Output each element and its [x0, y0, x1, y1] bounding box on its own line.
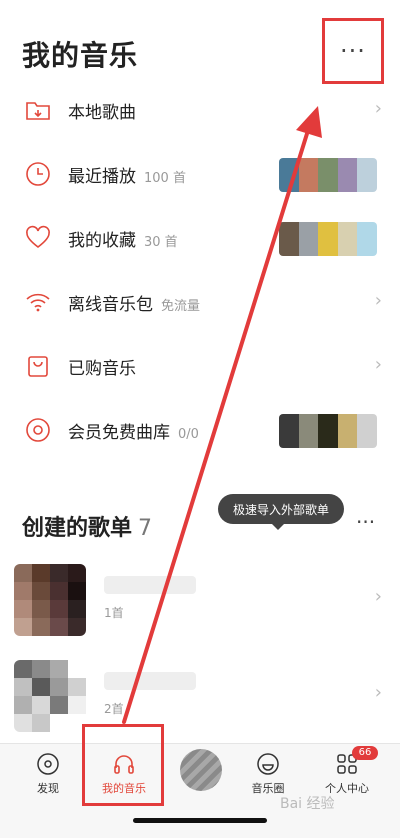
playlist-cover — [14, 660, 86, 732]
row-purchased[interactable]: 已购音乐 › — [0, 334, 400, 398]
disc-icon — [37, 753, 59, 775]
row-favorites[interactable]: 我的收藏 30 首 — [0, 206, 400, 270]
watermark: Bai 经验 — [280, 796, 335, 812]
recent-thumbnails — [279, 158, 377, 192]
row-label: 最近播放 100 首 — [68, 167, 186, 187]
chevron-right-icon: › — [374, 98, 382, 119]
row-recent-play[interactable]: 最近播放 100 首 — [0, 142, 400, 206]
more-options-button[interactable]: ··· — [322, 18, 384, 84]
chevron-right-icon: › — [374, 290, 382, 311]
page-title: 我的音乐 — [22, 39, 139, 72]
row-label: 会员免费曲库 0/0 — [68, 423, 199, 443]
row-label: 已购音乐 — [68, 359, 136, 379]
playlist-item[interactable]: 2首 › — [0, 660, 400, 744]
created-playlists-title: 创建的歌单 7 — [22, 516, 153, 541]
row-label: 我的收藏 30 首 — [68, 231, 178, 251]
favorites-thumbnails — [279, 222, 377, 256]
row-label: 离线音乐包 免流量 — [68, 295, 201, 315]
playlist-name-blurred — [104, 672, 196, 690]
playlist-count: 1首 — [104, 606, 124, 620]
playlist-cover — [14, 564, 86, 636]
notification-badge: 66 — [352, 746, 378, 760]
heart-icon — [26, 225, 50, 249]
smile-icon — [257, 753, 279, 775]
more-icon: ··· — [340, 37, 366, 65]
home-indicator — [133, 818, 267, 823]
clock-icon — [26, 162, 50, 186]
tab-discover[interactable]: 发现 — [8, 744, 88, 814]
import-playlist-tooltip: 极速导入外部歌单 — [218, 494, 344, 530]
row-local-songs[interactable]: 本地歌曲 › — [0, 78, 400, 142]
playlist-item[interactable]: 1首 › — [0, 564, 400, 648]
row-vip-library[interactable]: 会员免费曲库 0/0 — [0, 398, 400, 462]
playlist-name-blurred — [104, 576, 196, 594]
chevron-right-icon: › — [374, 354, 382, 375]
row-offline-pack[interactable]: 离线音乐包 免流量 › — [0, 270, 400, 334]
playlist-more-icon[interactable]: ··· — [356, 510, 375, 534]
vinyl-disc-icon — [26, 418, 50, 442]
now-playing-avatar[interactable] — [180, 749, 222, 791]
tab-label: 发现 — [37, 782, 59, 795]
playlist-count: 2首 — [104, 702, 124, 716]
wifi-icon — [26, 293, 50, 312]
chevron-right-icon: › — [374, 682, 382, 703]
folder-icon — [26, 102, 50, 120]
row-label: 本地歌曲 — [68, 103, 136, 123]
shopping-bag-icon — [28, 356, 48, 377]
chevron-right-icon: › — [374, 586, 382, 607]
annotation-highlight-box — [82, 724, 164, 806]
vip-thumbnails — [279, 414, 377, 448]
